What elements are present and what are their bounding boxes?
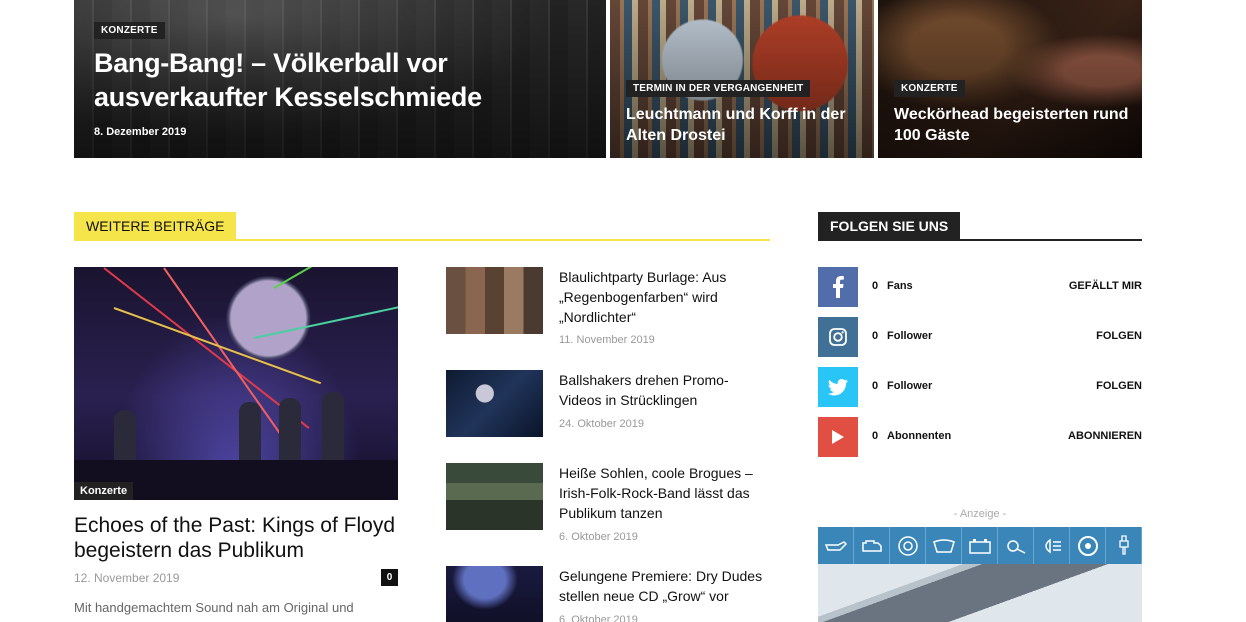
- follow-button[interactable]: FOLGEN: [1096, 330, 1142, 342]
- spark-plug-icon: [1106, 527, 1142, 564]
- post-thumbnail[interactable]: [446, 463, 543, 530]
- hero-title[interactable]: Bang-Bang! – Völkerball vor ausverkaufte…: [94, 46, 594, 114]
- windshield-icon: [926, 527, 962, 564]
- hero-post-secondary[interactable]: TERMIN IN DER VERGANGENHEIT Leuchtmann u…: [610, 0, 874, 158]
- hero-title[interactable]: Weckörhead begeisterten rund 100 Gäste: [894, 104, 1134, 146]
- twitter-icon[interactable]: [818, 367, 858, 407]
- battery-icon: [962, 527, 998, 564]
- hero-title[interactable]: Leuchtmann und Korff in der Alten Droste…: [626, 104, 866, 146]
- post-date: 11. November 2019: [559, 334, 655, 346]
- social-row-instagram: 0 Follower FOLGEN: [818, 317, 1142, 357]
- category-badge[interactable]: Konzerte: [74, 482, 134, 500]
- social-unit: Fans: [887, 280, 913, 292]
- post-title[interactable]: Heiße Sohlen, coole Brogues – Irish-Folk…: [559, 463, 764, 523]
- social-unit: Abonnenten: [887, 430, 952, 442]
- category-badge[interactable]: TERMIN IN DER VERGANGENHEIT: [626, 80, 811, 97]
- like-button[interactable]: GEFÄLLT MIR: [1069, 280, 1142, 292]
- ad-banner[interactable]: [818, 527, 1142, 622]
- youtube-icon[interactable]: [818, 417, 858, 457]
- featured-post-excerpt: Mit handgemachtem Sound nah am Original …: [74, 600, 354, 615]
- social-count: 0: [872, 380, 879, 392]
- section-heading-rule: [818, 239, 1142, 241]
- post-thumbnail[interactable]: [446, 566, 543, 622]
- social-count: 0: [872, 280, 879, 292]
- social-unit: Follower: [887, 380, 933, 392]
- post-date: 6. Oktober 2019: [559, 614, 638, 622]
- section-heading-rule: [74, 239, 770, 241]
- ad-icon-strip: [818, 527, 1142, 564]
- ad-image: [818, 564, 1142, 622]
- hero-post-main[interactable]: KONZERTE Bang-Bang! – Völkerball vor aus…: [74, 0, 606, 158]
- social-count: 0: [872, 430, 879, 442]
- brake-disc-icon: [890, 527, 926, 564]
- subscribe-button[interactable]: ABONNIEREN: [1068, 430, 1142, 442]
- hero-post-tertiary[interactable]: KONZERTE Weckörhead begeisterten rund 10…: [878, 0, 1142, 158]
- tire-icon: [1070, 527, 1106, 564]
- section-heading-label: FOLGEN SIE UNS: [818, 212, 961, 240]
- facebook-icon[interactable]: [818, 267, 858, 307]
- category-badge[interactable]: KONZERTE: [94, 22, 165, 39]
- section-heading-label: WEITERE BEITRÄGE: [74, 212, 237, 240]
- instagram-icon[interactable]: [818, 317, 858, 357]
- featured-post-date: 12. November 2019: [74, 571, 180, 585]
- social-unit: Follower: [887, 330, 933, 342]
- post-title[interactable]: Blaulichtparty Burlage: Aus „Regenbogenf…: [559, 267, 764, 327]
- social-row-facebook: 0 Fans GEFÄLLT MIR: [818, 267, 1142, 307]
- social-row-twitter: 0 Follower FOLGEN: [818, 367, 1142, 407]
- comment-count-badge[interactable]: 0: [381, 569, 398, 586]
- post-thumbnail[interactable]: [446, 267, 543, 334]
- oil-can-icon: [818, 527, 854, 564]
- engine-icon: [854, 527, 890, 564]
- follow-button[interactable]: FOLGEN: [1096, 380, 1142, 392]
- post-title[interactable]: Gelungene Premiere: Dry Dudes stellen ne…: [559, 566, 764, 606]
- post-date: 24. Oktober 2019: [559, 418, 645, 430]
- ad-label: - Anzeige -: [953, 508, 1007, 520]
- post-title[interactable]: Ballshakers drehen Promo-Videos in Strüc…: [559, 370, 764, 410]
- hero-date: 8. Dezember 2019: [94, 126, 187, 138]
- section-heading-folgen: FOLGEN SIE UNS: [818, 212, 1142, 241]
- featured-post-title[interactable]: Echoes of the Past: Kings of Floyd begei…: [74, 513, 404, 563]
- headlight-icon: [1034, 527, 1070, 564]
- featured-post-image[interactable]: [74, 267, 398, 500]
- category-badge[interactable]: KONZERTE: [894, 80, 965, 97]
- diagnostics-icon: [998, 527, 1034, 564]
- post-thumbnail[interactable]: [446, 370, 543, 437]
- social-count: 0: [872, 330, 879, 342]
- social-row-youtube: 0 Abonnenten ABONNIEREN: [818, 417, 1142, 457]
- post-date: 6. Oktober 2019: [559, 531, 638, 543]
- section-heading-weitere: WEITERE BEITRÄGE: [74, 212, 770, 241]
